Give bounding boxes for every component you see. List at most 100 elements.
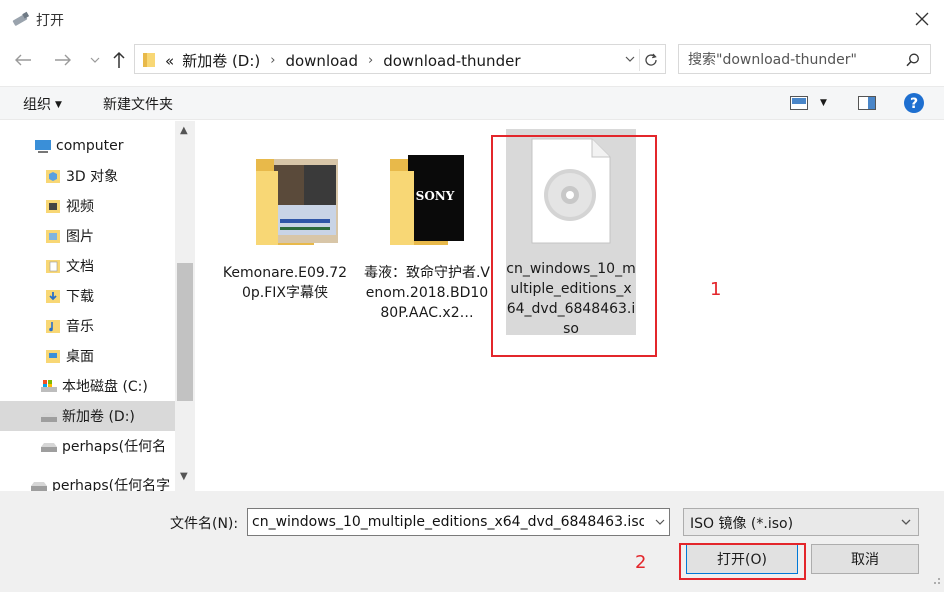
file-list: Kemonare.E09.720p.FIX字幕侠 SONY 毒液：致命守护者.V… [196,121,944,491]
breadcrumb-download[interactable]: download [285,52,358,70]
svg-text:?: ? [910,96,918,112]
annotation-box-open [679,543,806,580]
preview-pane-button[interactable] [858,95,876,115]
close-button[interactable] [908,6,936,32]
help-icon: ? [904,93,924,113]
music-folder-icon [44,317,62,335]
sidebar-item-label: perhaps(任何名 [62,439,167,455]
file-name: Kemonare.E09.720p.FIX字幕侠 [222,265,348,301]
sidebar-item-label: 桌面 [66,349,94,365]
sidebar-item-label: 图片 [66,229,94,245]
view-options-dropdown[interactable]: ▼ [820,98,827,108]
system-drive-icon [40,377,58,395]
filename-history-button[interactable] [655,515,665,533]
cancel-button[interactable]: 取消 [811,544,919,574]
organize-menu[interactable]: 组织 ▼ [23,94,62,114]
app-icon [12,11,30,27]
close-icon [915,12,929,26]
command-bar: 组织 ▼ 新建文件夹 ▼ ? [0,86,944,120]
chevron-down-icon [625,56,635,62]
back-button[interactable] [12,50,34,70]
title-bar: 打开 [0,0,944,38]
folder-thumbnail [220,135,350,255]
file-name: 毒液：致命守护者.Venom.2018.BD1080P.AAC.x2… [363,265,491,321]
forward-button[interactable] [52,50,74,70]
sidebar-item-label: computer [56,138,124,154]
file-item-venom[interactable]: SONY 毒液：致命守护者.Venom.2018.BD1080P.AAC.x2… [362,135,492,323]
caret-down-icon: ▼ [55,100,62,110]
sidebar-item-3d-objects[interactable]: 3D 对象 [0,161,175,191]
search-box[interactable] [678,44,931,74]
scrollbar-thumb[interactable] [177,263,193,401]
video-folder-icon [44,197,62,215]
drive-icon [30,476,48,491]
sidebar-item-label: perhaps(任何名字 [52,478,171,491]
scroll-down-icon[interactable]: ▼ [180,471,188,482]
search-input[interactable] [688,50,898,70]
sidebar-item-network-drive-2[interactable]: perhaps(任何名字 [0,470,175,491]
sidebar-item-network-drive-1[interactable]: perhaps(任何名 [0,431,175,461]
sidebar-item-pictures[interactable]: 图片 [0,221,175,251]
chevron-right-icon[interactable]: › [368,53,373,68]
forward-arrow-icon [55,54,71,66]
pictures-folder-icon [44,227,62,245]
sidebar-item-downloads[interactable]: 下载 [0,281,175,311]
sidebar-item-documents[interactable]: 文档 [0,251,175,281]
window-title: 打开 [36,13,64,29]
refresh-button[interactable] [639,49,661,71]
sidebar-item-label: 音乐 [66,319,94,335]
filename-field[interactable] [247,508,670,536]
breadcrumb-download-thunder[interactable]: download-thunder [383,52,520,70]
change-view-button[interactable] [790,95,808,115]
help-button[interactable]: ? [903,92,925,118]
annotation-marker-1: 1 [710,279,722,300]
chevron-down-icon [900,516,912,532]
folder-icon [142,52,156,72]
drive-icon [40,437,58,455]
view-icon [790,96,808,110]
drive-icon [40,407,58,425]
folder-thumbnail: SONY [362,135,492,255]
thumb-brand-text: SONY [416,189,455,203]
sidebar-item-label: 新加卷 (D:) [62,409,135,425]
search-icon[interactable] [906,53,920,71]
sidebar-item-drive-d[interactable]: 新加卷 (D:) [0,401,175,431]
sidebar-scrollbar[interactable]: ▲ ▼ [175,121,195,491]
annotation-box-file [491,135,657,357]
filename-label: 文件名(N): [170,516,239,532]
dialog-footer: 文件名(N): ISO 镜像 (*.iso) 打开(O) 取消 2 [0,491,944,592]
chevron-down-icon [655,519,665,525]
navigation-pane: computer 3D 对象 视频 图片 文档 下载 音乐 桌面 本地磁盘 (C… [0,121,196,491]
sidebar-item-drive-c[interactable]: 本地磁盘 (C:) [0,371,175,401]
3d-objects-icon [44,167,62,185]
filename-input[interactable] [252,512,644,532]
documents-folder-icon [44,257,62,275]
preview-pane-icon [858,96,876,110]
file-item-kemonare[interactable]: Kemonare.E09.720p.FIX字幕侠 [220,135,350,303]
sidebar-item-music[interactable]: 音乐 [0,311,175,341]
sidebar-item-desktop[interactable]: 桌面 [0,341,175,371]
refresh-icon [644,53,657,66]
sidebar-item-label: 下载 [66,289,94,305]
recent-locations-button[interactable] [84,50,106,70]
filetype-value: ISO 镜像 (*.iso) [690,516,794,532]
sidebar-item-label: 3D 对象 [66,169,119,185]
scroll-up-icon[interactable]: ▲ [180,125,188,136]
address-bar[interactable]: « 新加卷 (D:) › download › download-thunder [134,44,666,74]
sidebar-item-videos[interactable]: 视频 [0,191,175,221]
annotation-marker-2: 2 [635,552,647,573]
breadcrumb-overflow[interactable]: « [165,52,174,70]
up-arrow-icon [113,51,125,68]
chevron-right-icon[interactable]: › [270,53,275,68]
sidebar-item-label: 文档 [66,259,94,275]
address-history-button[interactable] [625,52,635,70]
up-button[interactable] [108,50,130,70]
filetype-select[interactable]: ISO 镜像 (*.iso) [683,508,919,536]
organize-label: 组织 [23,97,51,113]
new-folder-button[interactable]: 新建文件夹 [103,94,173,114]
breadcrumb-drive[interactable]: 新加卷 (D:) [182,50,260,71]
downloads-folder-icon [44,287,62,305]
resize-grip-icon[interactable] [931,573,941,589]
sidebar-item-computer[interactable]: computer [0,131,175,161]
breadcrumb: « 新加卷 (D:) › download › download-thunder [165,50,520,71]
